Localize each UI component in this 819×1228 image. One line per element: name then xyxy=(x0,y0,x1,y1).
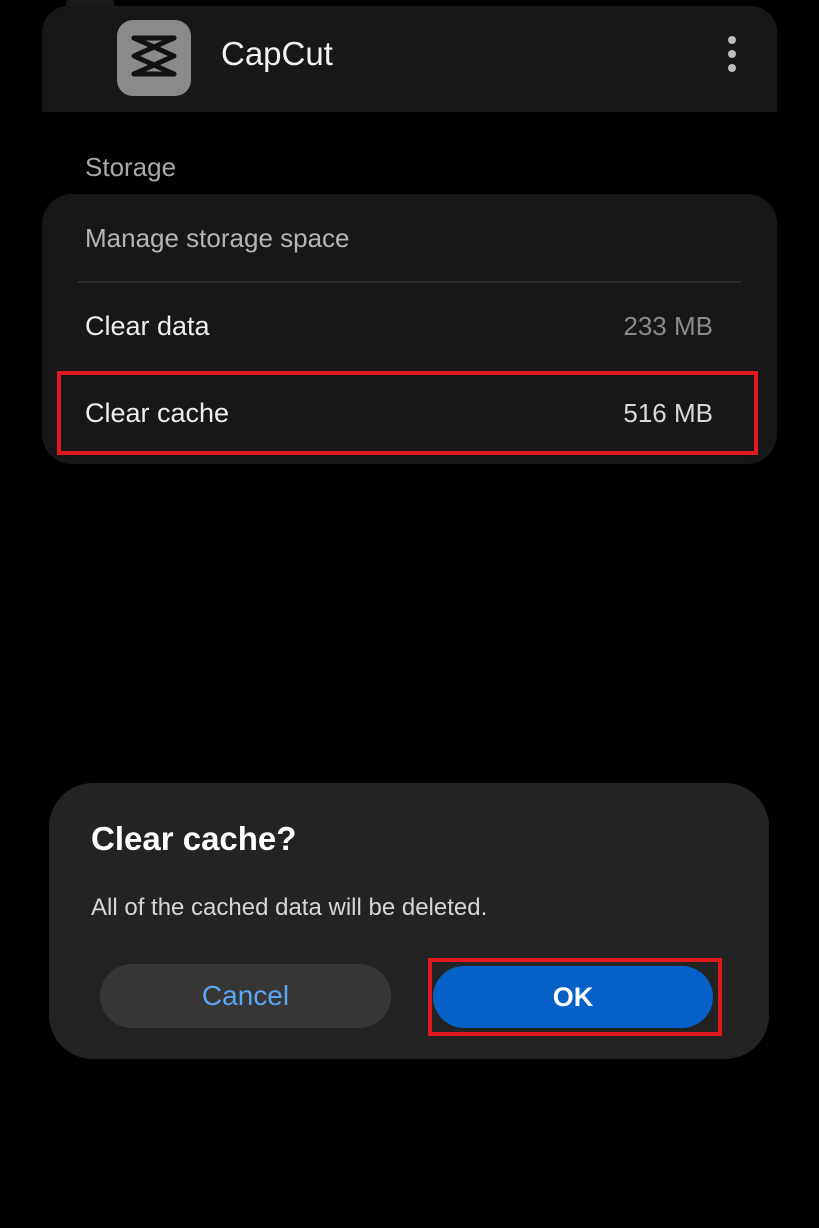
clear-cache-highlight xyxy=(57,371,758,455)
dialog-message: All of the cached data will be deleted. xyxy=(91,894,488,921)
cancel-button[interactable]: Cancel xyxy=(100,964,391,1028)
manage-storage-space-item[interactable]: Manage storage space xyxy=(85,222,350,254)
ok-button-highlight xyxy=(428,958,722,1036)
clear-data-size: 233 MB xyxy=(623,311,713,341)
app-name: CapCut xyxy=(221,35,333,72)
more-vertical-icon[interactable] xyxy=(718,32,746,76)
clear-data-item[interactable]: Clear data 233 MB xyxy=(42,292,777,362)
divider xyxy=(78,281,741,283)
dialog-title: Clear cache? xyxy=(91,820,297,857)
storage-section-title: Storage xyxy=(85,152,177,182)
clear-data-label: Clear data xyxy=(85,311,210,341)
capcut-logo-icon xyxy=(117,20,191,96)
app-header: CapCut xyxy=(42,6,777,112)
